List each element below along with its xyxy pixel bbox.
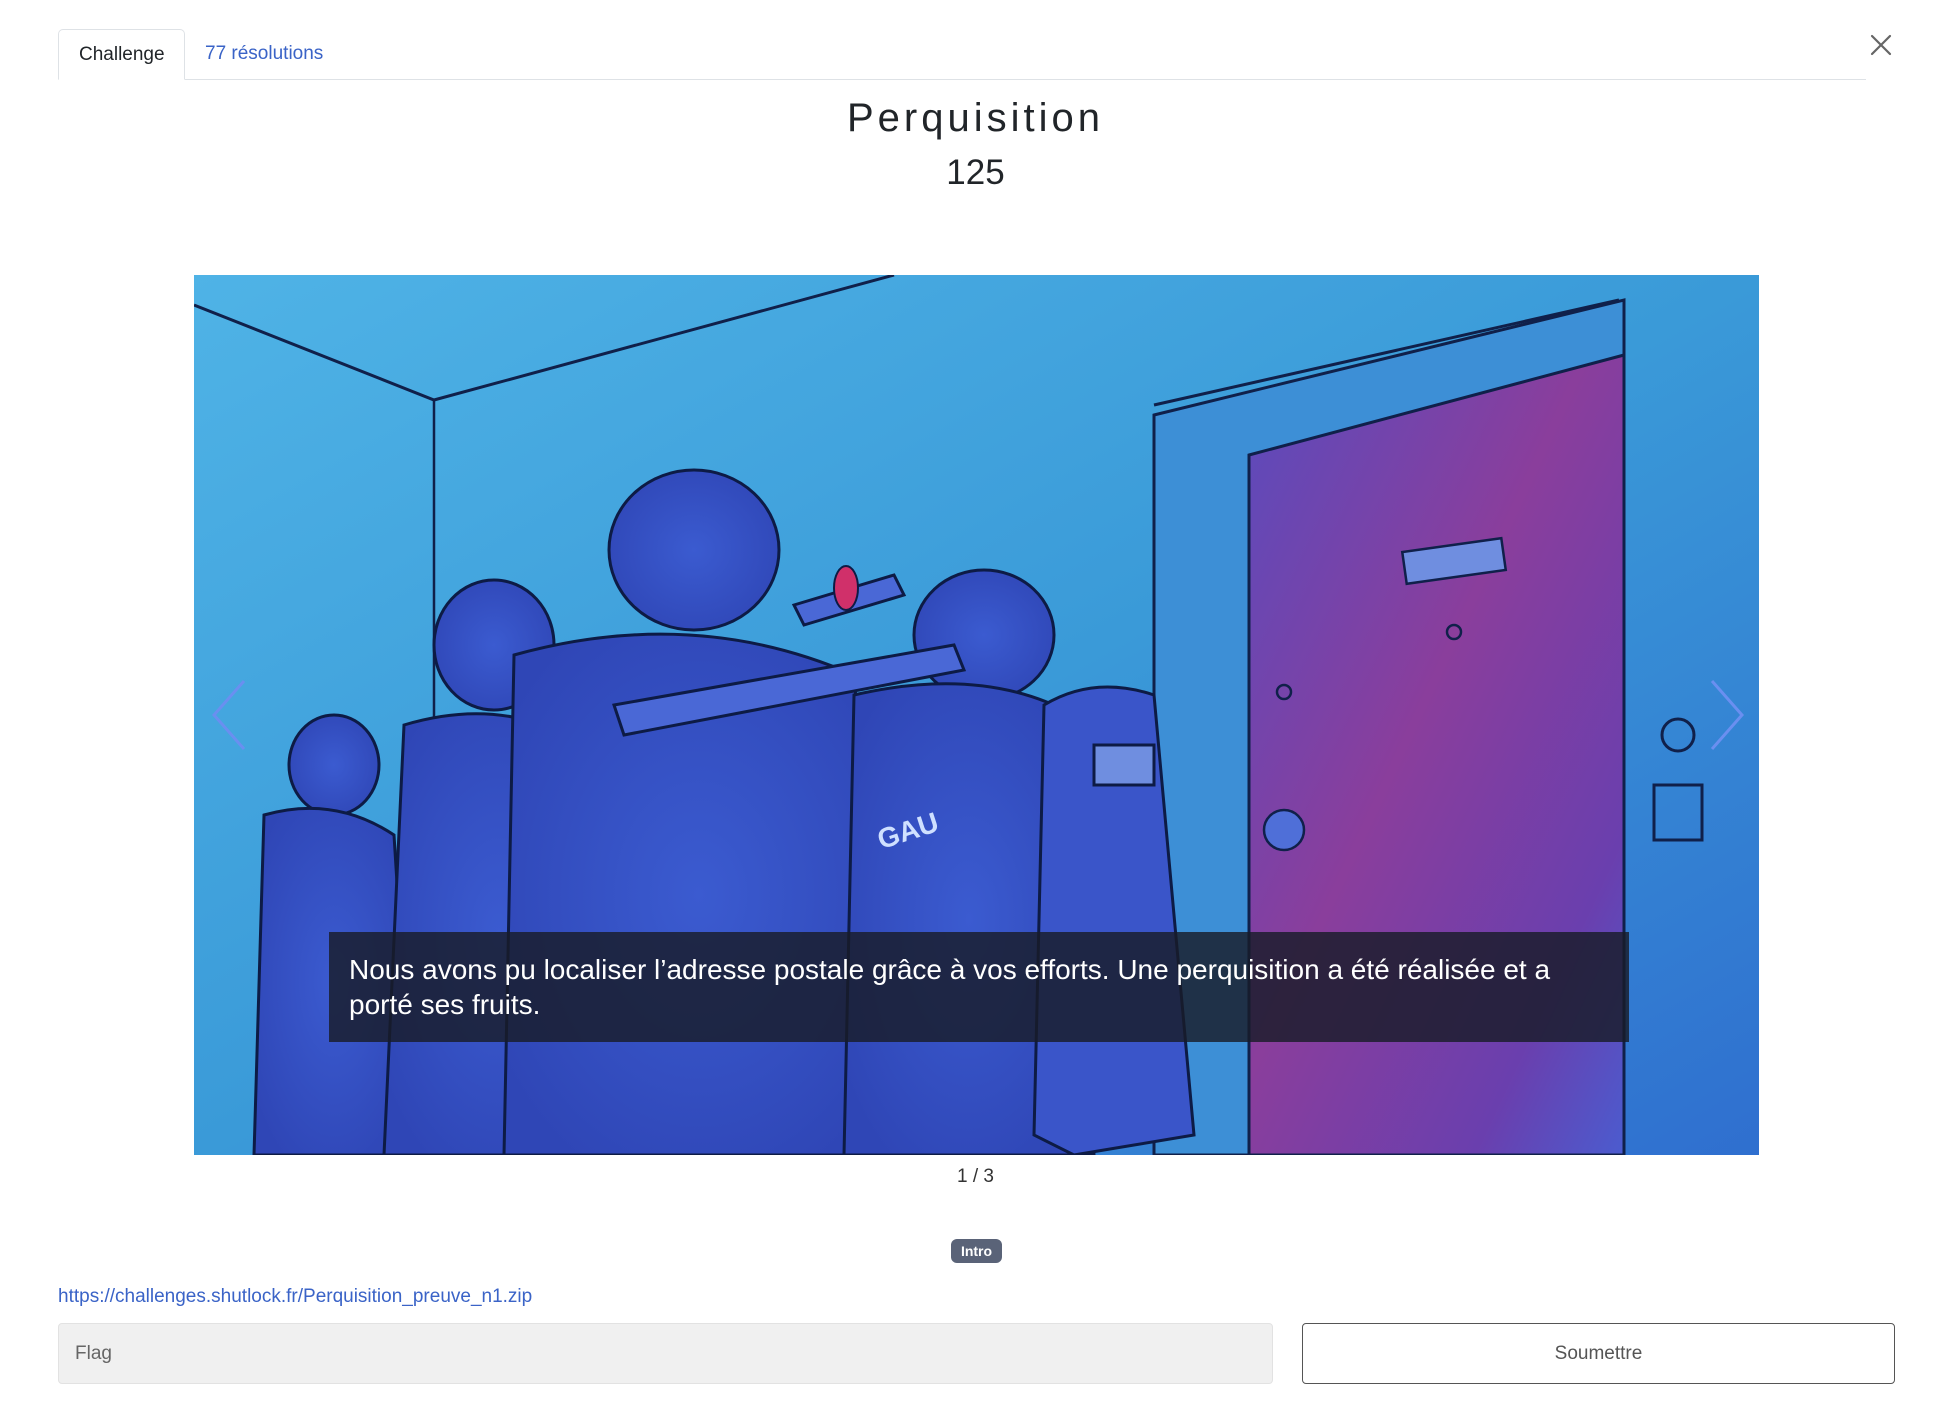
challenge-points: 125 bbox=[946, 153, 1005, 192]
carousel-prev-button[interactable] bbox=[208, 675, 252, 755]
image-carousel: GAU Nous avons pu localiser l’adresse po… bbox=[194, 275, 1759, 1155]
close-button[interactable] bbox=[1862, 28, 1898, 64]
tab-challenge[interactable]: Challenge bbox=[58, 29, 185, 80]
challenge-title: Perquisition bbox=[846, 96, 1104, 140]
close-icon bbox=[1870, 34, 1892, 56]
tab-resolutions[interactable]: 77 résolutions bbox=[185, 29, 343, 78]
challenge-tabs: Challenge 77 résolutions bbox=[58, 29, 1866, 80]
carousel-caption: Nous avons pu localiser l’adresse postal… bbox=[329, 932, 1629, 1042]
tag-badge: Intro bbox=[951, 1239, 1002, 1263]
flag-input[interactable] bbox=[58, 1323, 1273, 1384]
submit-button[interactable]: Soumettre bbox=[1302, 1323, 1895, 1384]
chevron-left-icon bbox=[211, 680, 246, 750]
slide-counter: 1 / 3 bbox=[957, 1166, 994, 1187]
challenge-file-link[interactable]: https://challenges.shutlock.fr/Perquisit… bbox=[58, 1286, 532, 1308]
chevron-right-icon bbox=[1710, 680, 1745, 750]
carousel-next-button[interactable] bbox=[1704, 675, 1748, 755]
